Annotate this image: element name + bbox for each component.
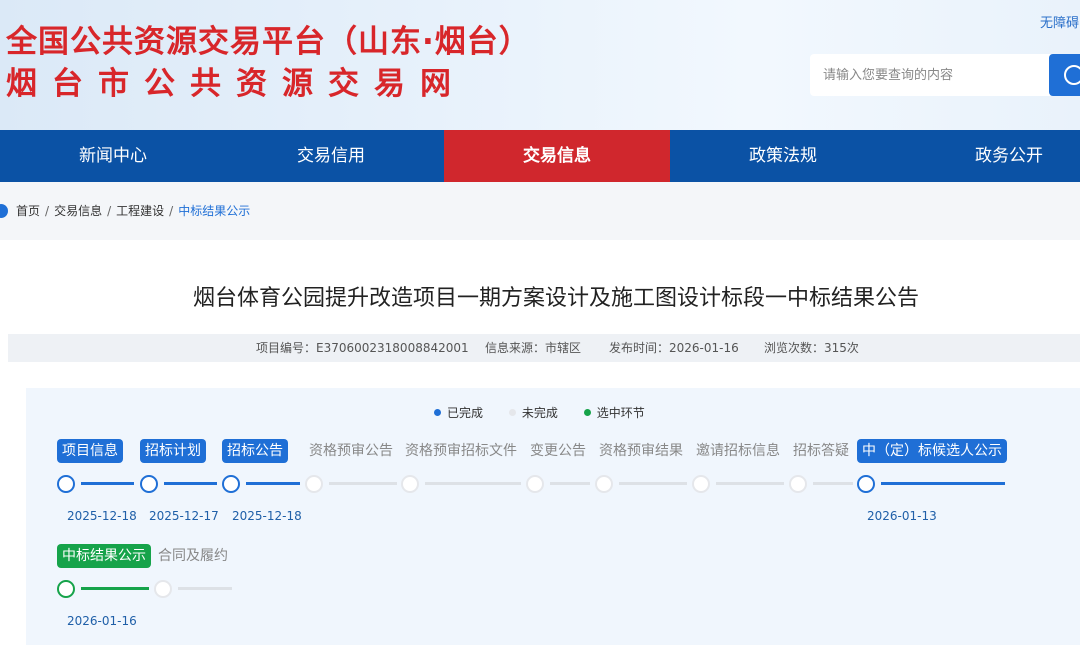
main-nav: 新闻中心 交易信用 交易信息 政策法规 政务公开 — [0, 130, 1080, 182]
legend-done-dot — [434, 409, 441, 416]
legend-selected-dot — [583, 409, 591, 416]
breadcrumb-separator: / — [45, 204, 50, 218]
search-box — [810, 54, 1050, 96]
step-node-todo — [789, 475, 807, 493]
breadcrumb-home[interactable]: 首页 — [16, 204, 40, 218]
site-title-primary: 全国公共资源交易平台（山东·烟台） — [6, 24, 531, 60]
step-node-done — [222, 475, 240, 493]
step-connector-todo — [813, 482, 853, 485]
step-connector-todo — [425, 482, 521, 485]
article-panel: 烟台体育公园提升改造项目一期方案设计及施工图设计标段一中标结果公告 项目编号：E… — [0, 240, 1080, 645]
nav-item-gov-affairs[interactable]: 政务公开 — [896, 130, 1080, 182]
step-change-notice[interactable]: 变更公告 — [530, 439, 586, 463]
step-tender-qa[interactable]: 招标答疑 — [793, 439, 849, 463]
step-date: 2025-12-17 — [149, 509, 219, 523]
breadcrumb-separator: / — [169, 204, 174, 218]
article-title: 烟台体育公园提升改造项目一期方案设计及施工图设计标段一中标结果公告 — [192, 286, 919, 311]
meta-publish-time: 发布时间：2026-01-16 — [609, 341, 739, 355]
step-date: 2026-01-13 — [867, 509, 937, 523]
breadcrumb-trade-info[interactable]: 交易信息 — [54, 204, 102, 218]
step-connector-done — [164, 482, 217, 485]
step-node-done — [857, 475, 875, 493]
step-connector-todo — [716, 482, 784, 485]
step-node-todo — [526, 475, 544, 493]
step-connector-selected — [81, 587, 149, 590]
step-connector-done — [881, 482, 1005, 485]
breadcrumb-engineering[interactable]: 工程建设 — [116, 204, 164, 218]
step-node-todo — [595, 475, 613, 493]
nav-item-credit[interactable]: 交易信用 — [218, 130, 444, 182]
progress-tracker: 已完成 未完成 选中环节 项目信息 招标计划 招标公告 资格预审公告 资格预审招… — [26, 388, 1080, 645]
step-connector-todo — [329, 482, 397, 485]
step-node-todo — [154, 580, 172, 598]
step-connector-todo — [550, 482, 590, 485]
step-invite-info[interactable]: 邀请招标信息 — [696, 439, 780, 463]
legend-done: 已完成 — [434, 404, 483, 421]
step-prequal-result[interactable]: 资格预审结果 — [599, 439, 683, 463]
step-project-info[interactable]: 项目信息 — [57, 439, 123, 463]
article-meta: 项目编号：E3706002318008842001 信息来源：市辖区 发布时间：… — [8, 334, 1080, 362]
step-candidate-notice[interactable]: 中（定）标候选人公示 — [857, 439, 1007, 463]
search-icon — [1064, 65, 1080, 85]
site-title-secondary: 烟台市公共资源交易网 — [6, 66, 466, 102]
step-node-done — [140, 475, 158, 493]
breadcrumb: 首页 / 交易信息 / 工程建设 / 中标结果公示 — [16, 202, 253, 219]
step-connector-todo — [178, 587, 232, 590]
legend-selected: 选中环节 — [583, 404, 645, 421]
step-connector-done — [81, 482, 134, 485]
step-award-result[interactable]: 中标结果公示 — [57, 544, 151, 568]
meta-project-no: 项目编号：E3706002318008842001 — [256, 341, 469, 355]
site-header: 全国公共资源交易平台（山东·烟台） 烟台市公共资源交易网 无障碍 — [0, 0, 1080, 130]
nav-item-policy[interactable]: 政策法规 — [670, 130, 896, 182]
step-connector-todo — [619, 482, 687, 485]
search-input[interactable] — [810, 54, 1050, 96]
meta-views: 浏览次数：315次 — [764, 341, 859, 355]
search-button[interactable] — [1049, 54, 1080, 96]
step-node-selected — [57, 580, 75, 598]
step-tender-plan[interactable]: 招标计划 — [140, 439, 206, 463]
breadcrumb-separator: / — [107, 204, 112, 218]
nav-item-news[interactable]: 新闻中心 — [0, 130, 226, 182]
step-contract[interactable]: 合同及履约 — [158, 544, 228, 568]
step-connector-done — [246, 482, 300, 485]
breadcrumb-bar: 首页 / 交易信息 / 工程建设 / 中标结果公示 — [0, 182, 1080, 240]
step-prequal-notice[interactable]: 资格预审公告 — [309, 439, 393, 463]
step-prequal-docs[interactable]: 资格预审招标文件 — [405, 439, 517, 463]
step-node-todo — [305, 475, 323, 493]
step-date: 2026-01-16 — [67, 614, 137, 628]
step-date: 2025-12-18 — [232, 509, 302, 523]
step-date: 2025-12-18 — [67, 509, 137, 523]
breadcrumb-current: 中标结果公示 — [178, 204, 251, 218]
step-node-done — [57, 475, 75, 493]
legend-todo-dot — [508, 409, 516, 416]
meta-source: 信息来源：市辖区 — [485, 341, 582, 355]
location-icon — [0, 204, 8, 218]
progress-legend: 已完成 未完成 选中环节 — [434, 404, 667, 421]
accessibility-link[interactable]: 无障碍 — [1040, 12, 1079, 31]
step-node-todo — [692, 475, 710, 493]
step-tender-notice[interactable]: 招标公告 — [222, 439, 288, 463]
step-node-todo — [401, 475, 419, 493]
legend-todo: 未完成 — [508, 404, 558, 421]
nav-item-trade-info[interactable]: 交易信息 — [444, 130, 670, 182]
